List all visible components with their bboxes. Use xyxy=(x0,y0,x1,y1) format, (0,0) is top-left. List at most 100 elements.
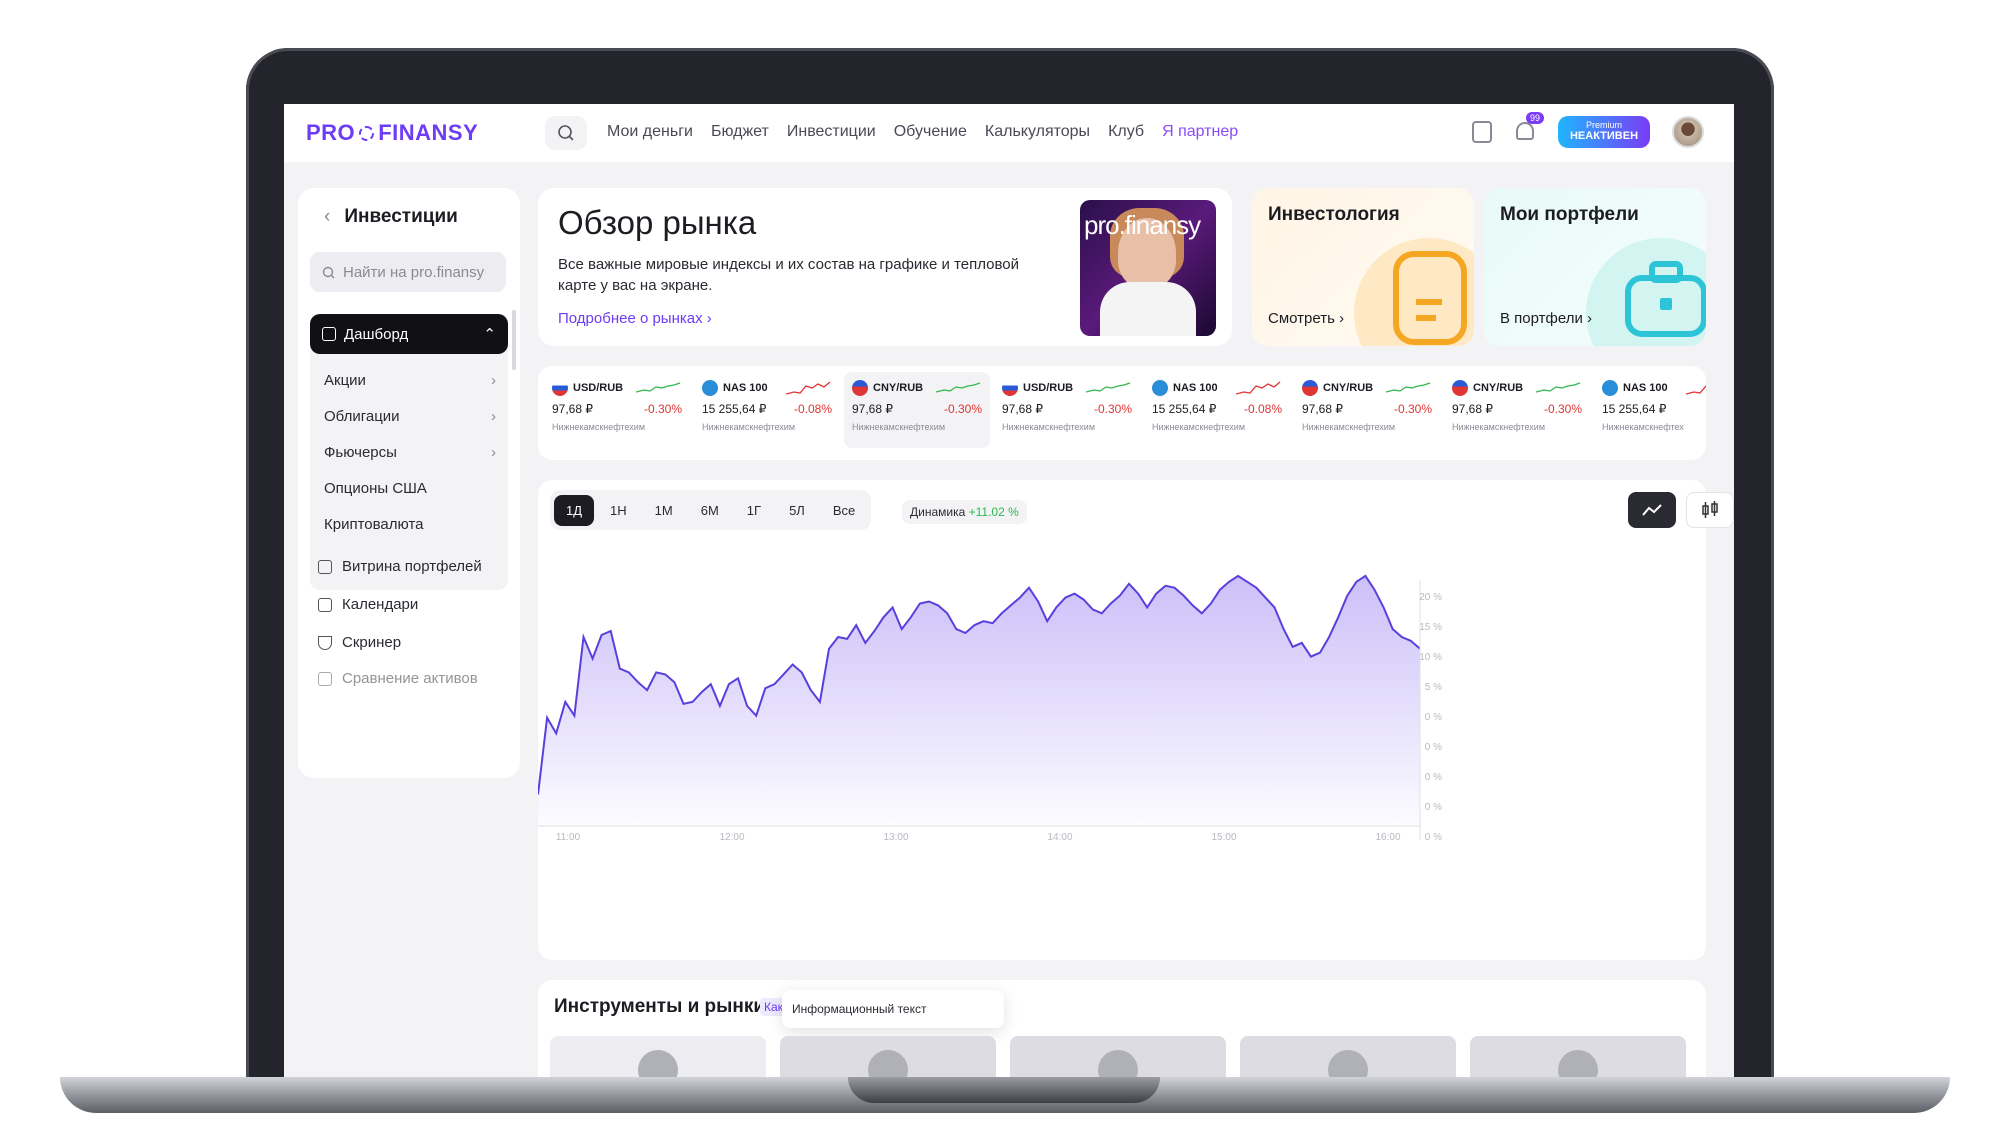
ticker-item[interactable]: CNY/RUB 97,68 ₽ -0.30% Нижнекамскнефтехим xyxy=(1444,372,1590,448)
period-5[interactable]: 5Л xyxy=(777,495,817,526)
ticker-item[interactable]: CNY/RUB 97,68 ₽ -0.30% Нижнекамскнефтехим xyxy=(844,372,990,448)
y-tick-label: 0 % xyxy=(1425,712,1442,723)
sidebar-item-bonds[interactable]: Облигации › xyxy=(324,408,496,425)
notifications-button[interactable]: 99 xyxy=(1514,112,1544,144)
period-6[interactable]: Все xyxy=(821,495,867,526)
nav-calculators[interactable]: Калькуляторы xyxy=(985,123,1090,141)
sparkline xyxy=(1086,382,1131,393)
sidebar-header: ‹ Инвестиции xyxy=(324,206,458,228)
sidebar-link-portfolio-showcase[interactable]: Витрина портфелей xyxy=(318,558,482,575)
premium-status-button[interactable]: Premium НЕАКТИВЕН xyxy=(1558,116,1650,148)
ticker-price: 97,68 ₽ xyxy=(1002,402,1043,416)
sidebar-scrollbar[interactable] xyxy=(512,310,516,370)
flag-icon xyxy=(1152,380,1168,396)
ticker-price: 97,68 ₽ xyxy=(852,402,893,416)
video-thumbnail[interactable]: pro.finansy xyxy=(1080,200,1216,336)
flag-icon xyxy=(852,380,868,396)
search-placeholder: Найти на pro.finansy xyxy=(343,263,485,281)
sidebar-link-label: Календари xyxy=(342,596,419,613)
search-button[interactable] xyxy=(545,116,587,150)
top-bar: PRO FINANSY Мои деньги Бюджет Инвестиции… xyxy=(284,104,1734,162)
y-tick-label: 0 % xyxy=(1425,742,1442,753)
nav-investments[interactable]: Инвестиции xyxy=(787,123,876,141)
ticker-values: 97,68 ₽ -0.30% xyxy=(1002,402,1132,416)
sidebar-item-label: Акции xyxy=(324,372,366,389)
market-overview-card: Обзор рынка Все важные мировые индексы и… xyxy=(538,188,1232,346)
sidebar-item-stocks[interactable]: Акции › xyxy=(324,372,496,389)
link-label: Смотреть xyxy=(1268,310,1335,327)
sidebar-item-label: Дашборд xyxy=(344,325,409,343)
dynamics-badge: Динамика +11.02 % xyxy=(902,500,1027,524)
sidebar-link-compare[interactable]: Сравнение активов xyxy=(318,670,478,687)
ticker-item[interactable]: CNY/RUB 97,68 ₽ -0.30% Нижнекамскнефтехим xyxy=(1294,372,1440,448)
chevron-right-icon: › xyxy=(706,310,712,327)
sidebar-item-futures[interactable]: Фьючерсы › xyxy=(324,444,496,461)
section-title: Инструменты и рынки xyxy=(554,996,766,1017)
investology-link[interactable]: Смотреть › xyxy=(1268,310,1344,327)
nav-partner[interactable]: Я партнер xyxy=(1162,123,1238,141)
nav-my-money[interactable]: Мои деньги xyxy=(607,123,693,141)
ticker-item[interactable]: USD/RUB 97,68 ₽ -0.30% Нижнекамскнефтехим xyxy=(994,372,1140,448)
ticker-subtitle: Нижнекамскнефтехим xyxy=(1452,422,1546,432)
notification-badge: 99 xyxy=(1525,112,1544,124)
logo-text-left: PRO xyxy=(306,120,356,145)
sidebar-search-input[interactable]: Найти на pro.finansy xyxy=(310,252,506,292)
portfolios-card[interactable]: Мои портфели В портфели › xyxy=(1484,188,1706,346)
ticker-values: 97,68 ₽ -0.30% xyxy=(1302,402,1432,416)
nav-club[interactable]: Клуб xyxy=(1108,123,1144,141)
sidebar-link-calendars[interactable]: Календари xyxy=(318,596,418,613)
period-2[interactable]: 1М xyxy=(643,495,685,526)
line-chart-button[interactable] xyxy=(1628,492,1676,528)
portfolios-link[interactable]: В портфели › xyxy=(1500,310,1592,327)
link-label: Подробнее о рынках xyxy=(558,310,703,327)
sparkline xyxy=(1236,381,1281,395)
flag-icon xyxy=(1002,380,1018,396)
bookmark-icon[interactable] xyxy=(1472,121,1492,143)
sidebar-item-us-options[interactable]: Опционы США xyxy=(324,480,496,497)
nav-budget[interactable]: Бюджет xyxy=(711,123,769,141)
ticker-item[interactable]: NAS 100 15 255,64 ₽ -0.08% Нижнекамскнефт… xyxy=(694,372,840,448)
sidebar-item-dashboard[interactable]: Дашборд ⌃ xyxy=(310,314,508,354)
logo-ring-icon xyxy=(359,125,375,141)
y-tick-label: 0 % xyxy=(1425,832,1442,843)
sparkline xyxy=(1686,385,1706,395)
ticker-values: 97,68 ₽ -0.30% xyxy=(552,402,682,416)
period-4[interactable]: 1Г xyxy=(735,495,773,526)
ticker-symbol: CNY/RUB xyxy=(1323,382,1374,394)
ticker-values: 15 255,64 ₽ -0.08% xyxy=(702,402,832,416)
ticker-change: -0.30% xyxy=(943,402,982,416)
back-chevron-icon[interactable]: ‹ xyxy=(324,206,330,228)
sidebar-item-crypto[interactable]: Криптовалюта xyxy=(324,516,496,533)
investology-card[interactable]: Инвестология Смотреть › xyxy=(1252,188,1474,346)
bell-icon xyxy=(1516,122,1534,140)
ticker-price: 97,68 ₽ xyxy=(552,402,593,416)
avatar[interactable] xyxy=(1672,116,1704,148)
ticker-symbol: NAS 100 xyxy=(723,382,768,394)
logo[interactable]: PRO FINANSY xyxy=(306,120,478,146)
y-tick-label: 0 % xyxy=(1425,802,1442,813)
candle-chart-button[interactable] xyxy=(1686,492,1734,528)
ticker-subtitle: Нижнекамскнефтехим xyxy=(852,422,946,432)
filter-icon xyxy=(318,635,332,650)
search-icon xyxy=(322,266,335,278)
ticker-values: 97,68 ₽ -0.30% xyxy=(1452,402,1582,416)
sparkline xyxy=(936,382,981,393)
period-0[interactable]: 1Д xyxy=(554,494,595,526)
x-tick-label: 11:00 xyxy=(556,832,581,843)
candlestick-icon xyxy=(1702,501,1718,518)
sidebar-link-screener[interactable]: Скринер xyxy=(318,634,401,651)
premium-status: НЕАКТИВЕН xyxy=(1569,130,1639,142)
x-tick-label: 14:00 xyxy=(1047,832,1072,843)
x-tick-label: 12:00 xyxy=(719,832,744,843)
search-icon xyxy=(558,125,574,141)
ticker-item[interactable]: NAS 100 15 255,64 ₽ -0.08% Нижнекамскнефт… xyxy=(1144,372,1290,448)
link-label: В портфели xyxy=(1500,310,1583,327)
ticker-item[interactable]: USD/RUB 97,68 ₽ -0.30% Нижнекамскнефтехим xyxy=(544,372,690,448)
markets-more-link[interactable]: Подробнее о рынках › xyxy=(558,310,712,327)
price-chart-card: 1Д 1Н 1М 6М 1Г 5Л Все Динамика +11.02 % 11:00 1… xyxy=(538,480,1734,960)
area-chart[interactable]: 11:00 12:00 13:00 14:00 15:00 16:00 20 % 15 % 10… xyxy=(538,540,1706,960)
nav-education[interactable]: Обучение xyxy=(894,123,967,141)
period-1[interactable]: 1Н xyxy=(598,495,639,526)
ticker-item[interactable]: NAS 100 15 255,64 ₽ Нижнекамскнефтех xyxy=(1594,372,1706,448)
period-3[interactable]: 6М xyxy=(689,495,731,526)
